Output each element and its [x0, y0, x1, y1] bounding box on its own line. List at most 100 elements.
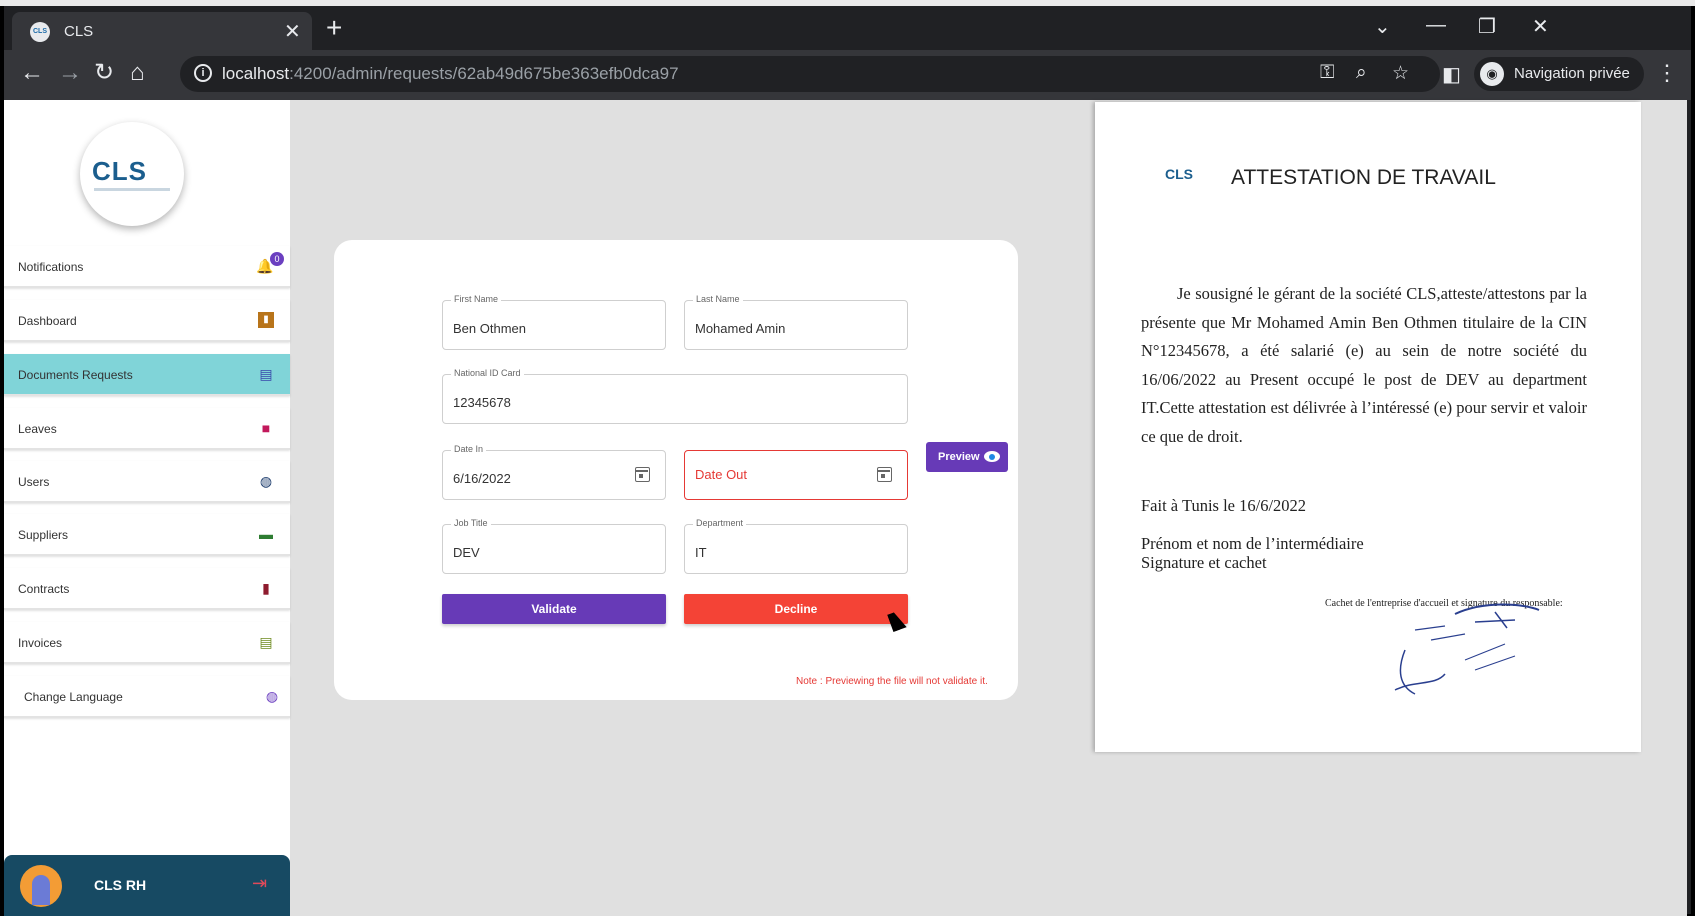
page-viewport: CLS Notifications 🔔 0 Dashboard ▮ Docume…: [4, 100, 1687, 916]
minimize-icon[interactable]: —: [1426, 14, 1446, 37]
bookmark-icon: ▮: [262, 580, 270, 596]
side-panel-icon[interactable]: ◧: [1442, 62, 1461, 87]
sidebar-item-label: Leaves: [18, 422, 57, 436]
sidebar: CLS Notifications 🔔 0 Dashboard ▮ Docume…: [4, 100, 290, 916]
eye-icon: [984, 451, 1000, 462]
profile-label: Navigation privée: [1514, 65, 1630, 82]
department-field[interactable]: Department IT: [684, 518, 908, 574]
sidebar-item-label: Dashboard: [18, 314, 77, 328]
national-id-field[interactable]: National ID Card 12345678: [442, 368, 908, 424]
preview-note: Note : Previewing the file will not vali…: [796, 676, 988, 687]
sidebar-item-leaves[interactable]: Leaves ■: [4, 408, 290, 450]
tab-search-icon[interactable]: ⌄: [1374, 14, 1391, 39]
calendar-icon[interactable]: [635, 467, 650, 482]
sidebar-item-label: Invoices: [18, 636, 63, 650]
date-in-value: 6/16/2022: [453, 471, 511, 486]
sidebar-item-dashboard[interactable]: Dashboard ▮: [4, 300, 290, 342]
sidebar-item-suppliers[interactable]: Suppliers ▬: [4, 514, 290, 556]
last-name-label: Last Name: [693, 294, 743, 304]
sidebar-item-label: Notifications: [18, 260, 84, 274]
forward-icon[interactable]: →: [58, 60, 82, 86]
sidebar-item-label: Suppliers: [18, 528, 69, 542]
new-tab-icon[interactable]: +: [326, 14, 342, 42]
users-icon: ◍: [259, 473, 273, 489]
url-path: :4200/admin/requests/62ab49d675be363efb0…: [289, 64, 679, 83]
first-name-label: First Name: [451, 294, 502, 304]
national-id-label: National ID Card: [451, 368, 524, 378]
browser-tab[interactable]: CLS CLS ✕: [12, 12, 312, 50]
job-title-field[interactable]: Job Title DEV: [442, 518, 666, 574]
zoom-icon[interactable]: ⌕: [1356, 62, 1367, 84]
logout-icon[interactable]: ⇥: [252, 873, 267, 894]
sidebar-item-label: Users: [18, 475, 50, 489]
incognito-icon: ◉: [1480, 62, 1504, 86]
sidebar-item-label: Documents Requests: [18, 368, 133, 382]
favicon-icon: CLS: [30, 22, 50, 42]
sidebar-item-documents-requests[interactable]: Documents Requests ▤: [4, 354, 290, 396]
bookmark-star-icon[interactable]: ☆: [1392, 62, 1409, 85]
preview-label: Preview: [938, 451, 980, 463]
key-icon[interactable]: ⚿: [1320, 62, 1334, 84]
last-name-value: Mohamed Amin: [695, 321, 786, 336]
sidebar-item-change-language[interactable]: Change Language ◍: [4, 676, 290, 718]
avatar[interactable]: [20, 865, 62, 907]
chart-icon: ▮: [258, 312, 274, 328]
document-logo: CLS: [1165, 166, 1193, 182]
site-info-icon[interactable]: i: [194, 64, 212, 82]
date-in-field[interactable]: Date In 6/16/2022: [442, 444, 666, 500]
document-body: Je sousigné le gérant de la société CLS,…: [1141, 284, 1587, 446]
first-name-field[interactable]: First Name Ben Othmen: [442, 294, 666, 350]
tab-close-icon[interactable]: ✕: [284, 19, 301, 44]
validate-button[interactable]: Validate: [442, 594, 666, 624]
logo-text: CLS: [92, 156, 147, 186]
url-host: localhost: [222, 64, 290, 83]
window-close-icon[interactable]: ✕: [1532, 14, 1549, 39]
date-out-field[interactable]: Date Out: [684, 450, 908, 500]
incognito-profile[interactable]: ◉ Navigation privée: [1474, 57, 1644, 91]
job-title-label: Job Title: [451, 518, 491, 528]
leave-icon: ■: [261, 420, 271, 436]
signature-stamp: [1394, 603, 1540, 695]
department-label: Department: [693, 518, 747, 528]
last-name-field[interactable]: Last Name Mohamed Amin: [684, 294, 908, 350]
sidebar-item-label: Contracts: [18, 582, 70, 596]
date-out-placeholder: Date Out: [695, 467, 748, 482]
department-value: IT: [695, 545, 707, 560]
document-title: ATTESTATION DE TRAVAIL: [1231, 166, 1496, 189]
user-bar: CLS RH ⇥: [4, 855, 290, 916]
attestation-preview: CLS ATTESTATION DE TRAVAIL Je sousigné l…: [1095, 102, 1641, 752]
tab-title: CLS: [64, 23, 94, 40]
logo-tagline: [94, 188, 170, 191]
browser-toolbar: ← → ↻ ⌂ i localhost:4200/admin/requests/…: [4, 50, 1691, 100]
restore-icon[interactable]: ❐: [1478, 14, 1496, 39]
document-icon: ▤: [259, 366, 273, 382]
calendar-icon[interactable]: [877, 467, 892, 482]
document-signature-line: Prénom et nom de l’intermédiaire: [1141, 534, 1364, 553]
sidebar-item-users[interactable]: Users ◍: [4, 461, 290, 503]
tab-bar: CLS CLS ✕ + ⌄ — ❐ ✕: [4, 6, 1691, 50]
url-text[interactable]: localhost:4200/admin/requests/62ab49d675…: [222, 64, 679, 84]
invoice-icon: ▤: [259, 634, 273, 650]
browser-window: CLS CLS ✕ + ⌄ — ❐ ✕ ← → ↻ ⌂ i localhost:…: [4, 6, 1691, 916]
sidebar-item-label: Change Language: [24, 690, 123, 704]
decline-button[interactable]: Decline: [684, 594, 908, 624]
home-icon[interactable]: ⌂: [130, 60, 145, 86]
sidebar-item-invoices[interactable]: Invoices ▤: [4, 622, 290, 664]
job-title-value: DEV: [453, 545, 480, 560]
sidebar-item-notifications[interactable]: Notifications 🔔 0: [4, 246, 290, 288]
user-name: CLS RH: [94, 877, 147, 893]
address-bar[interactable]: i localhost:4200/admin/requests/62ab49d6…: [180, 56, 1440, 92]
preview-button[interactable]: Preview: [926, 442, 1008, 472]
request-form-card: First Name Ben Othmen Last Name Mohamed …: [334, 240, 1018, 700]
sidebar-item-contracts[interactable]: Contracts ▮: [4, 568, 290, 610]
document-signature-line: Signature et cachet: [1141, 553, 1267, 572]
truck-icon: ▬: [259, 526, 273, 542]
globe-icon: ◍: [265, 688, 279, 704]
reload-icon[interactable]: ↻: [94, 60, 114, 86]
more-menu-icon[interactable]: ⋮: [1656, 60, 1678, 86]
document-place-date: Fait à Tunis le 16/6/2022: [1141, 496, 1307, 515]
first-name-value: Ben Othmen: [453, 321, 526, 336]
notification-badge: 0: [270, 252, 284, 266]
back-icon[interactable]: ←: [20, 60, 44, 86]
national-id-value: 12345678: [453, 395, 511, 410]
